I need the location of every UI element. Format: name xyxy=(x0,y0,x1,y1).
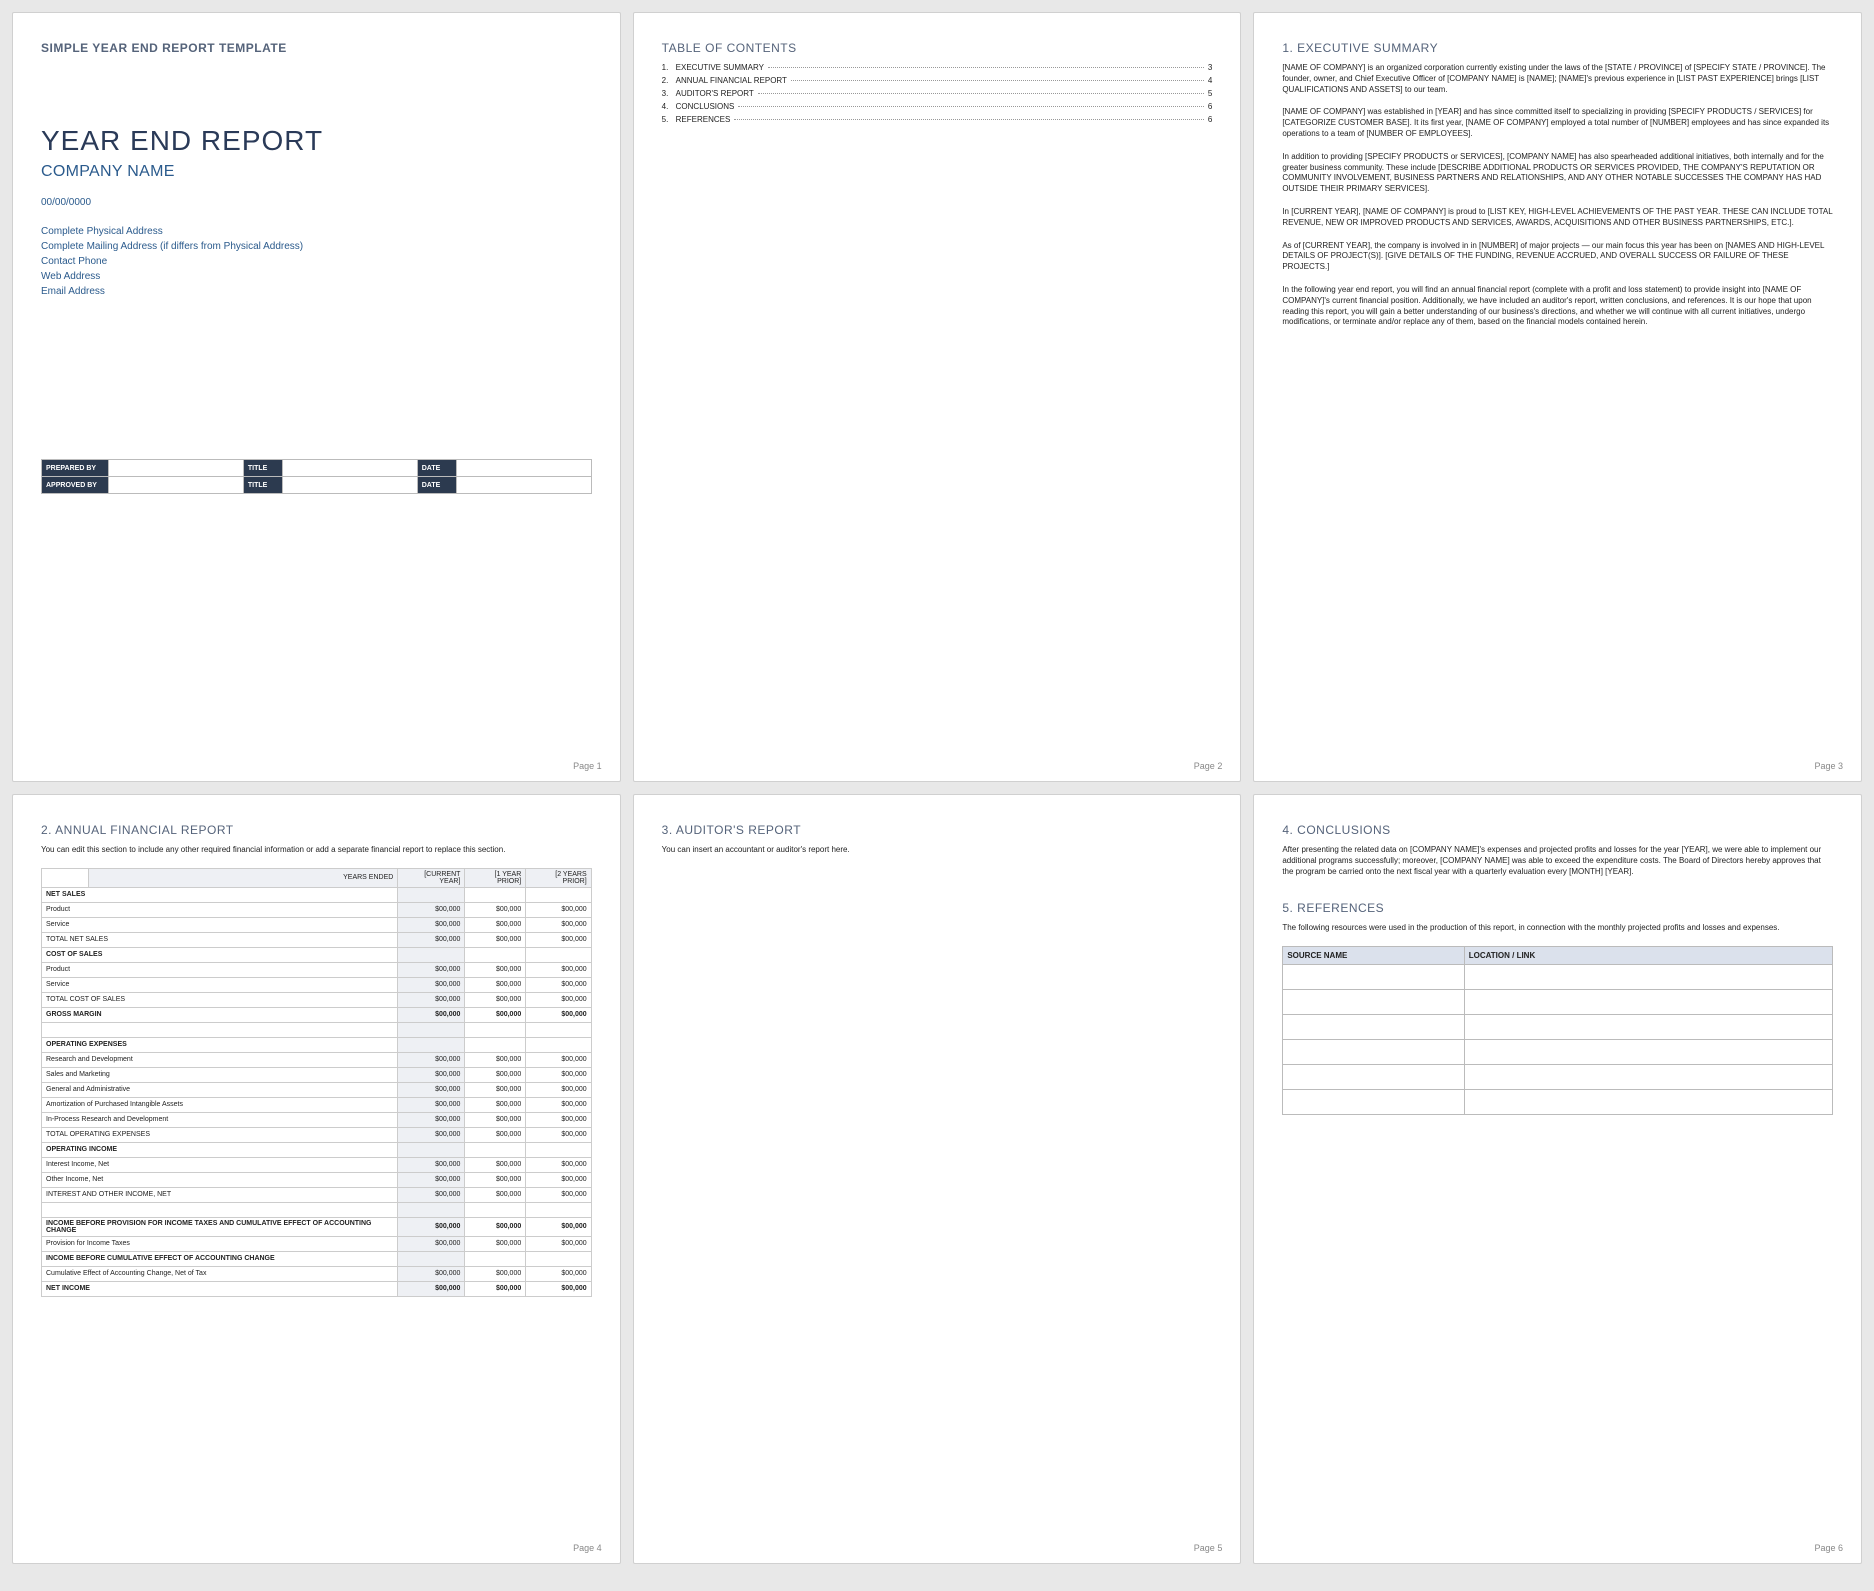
ref-row xyxy=(1283,1040,1833,1065)
exec-summary-para: In [CURRENT YEAR], [NAME OF COMPANY] is … xyxy=(1282,207,1833,229)
prepared-by-label: PREPARED BY xyxy=(42,460,109,477)
company-name: COMPANY NAME xyxy=(41,163,592,181)
signoff-table: PREPARED BY TITLE DATE APPROVED BY TITLE… xyxy=(41,459,592,494)
section-heading: 4. CONCLUSIONS xyxy=(1282,823,1833,837)
title-label: TITLE xyxy=(243,477,282,494)
page-number: Page 5 xyxy=(1194,1543,1223,1553)
toc-item: 2.ANNUAL FINANCIAL REPORT4 xyxy=(662,76,1213,85)
ref-row xyxy=(1283,1090,1833,1115)
toc-item: 3.AUDITOR'S REPORT5 xyxy=(662,89,1213,98)
toc-heading: TABLE OF CONTENTS xyxy=(662,41,1213,55)
title-label: TITLE xyxy=(243,460,282,477)
section-heading: 5. REFERENCES xyxy=(1282,901,1833,915)
date-label: DATE xyxy=(417,477,456,494)
exec-summary-para: In addition to providing [SPECIFY PRODUC… xyxy=(1282,152,1833,195)
exec-summary-para: [NAME OF COMPANY] was established in [YE… xyxy=(1282,107,1833,139)
prepared-row: PREPARED BY TITLE DATE xyxy=(42,460,592,477)
toc-item: 5.REFERENCES6 xyxy=(662,115,1213,124)
financial-intro: You can edit this section to include any… xyxy=(41,845,592,856)
template-header: SIMPLE YEAR END REPORT TEMPLATE xyxy=(41,41,592,55)
section-heading: 3. AUDITOR'S REPORT xyxy=(662,823,1213,837)
financial-table: YEARS ENDED[CURRENT YEAR][1 YEAR PRIOR][… xyxy=(41,868,592,1297)
toc-item: 1.EXECUTIVE SUMMARY3 xyxy=(662,63,1213,72)
approved-row: APPROVED BY TITLE DATE xyxy=(42,477,592,494)
references-table: SOURCE NAMELOCATION / LINK xyxy=(1282,946,1833,1115)
exec-summary-para: In the following year end report, you wi… xyxy=(1282,285,1833,328)
mailing-address: Complete Mailing Address (if differs fro… xyxy=(41,239,592,254)
document-grid: SIMPLE YEAR END REPORT TEMPLATE YEAR END… xyxy=(0,0,1874,1576)
contact-phone: Contact Phone xyxy=(41,254,592,269)
page-5: 3. AUDITOR'S REPORT You can insert an ac… xyxy=(633,794,1242,1564)
section-heading: 2. ANNUAL FINANCIAL REPORT xyxy=(41,823,592,837)
report-date: 00/00/0000 xyxy=(41,195,592,210)
ref-row xyxy=(1283,990,1833,1015)
conclusions-text: After presenting the related data on [CO… xyxy=(1282,845,1833,877)
page-1: SIMPLE YEAR END REPORT TEMPLATE YEAR END… xyxy=(12,12,621,782)
report-title: YEAR END REPORT xyxy=(41,125,592,157)
physical-address: Complete Physical Address xyxy=(41,224,592,239)
toc-item: 4.CONCLUSIONS6 xyxy=(662,102,1213,111)
page-number: Page 3 xyxy=(1814,761,1843,771)
page-2: TABLE OF CONTENTS 1.EXECUTIVE SUMMARY3 2… xyxy=(633,12,1242,782)
page-number: Page 4 xyxy=(573,1543,602,1553)
page-4: 2. ANNUAL FINANCIAL REPORT You can edit … xyxy=(12,794,621,1564)
page-number: Page 6 xyxy=(1814,1543,1843,1553)
page-number: Page 1 xyxy=(573,761,602,771)
ref-row xyxy=(1283,1015,1833,1040)
ref-col-location: LOCATION / LINK xyxy=(1464,947,1832,965)
company-meta: Complete Physical Address Complete Maili… xyxy=(41,224,592,299)
email-address: Email Address xyxy=(41,284,592,299)
page-3: 1. EXECUTIVE SUMMARY [NAME OF COMPANY] i… xyxy=(1253,12,1862,782)
section-heading: 1. EXECUTIVE SUMMARY xyxy=(1282,41,1833,55)
exec-summary-para: As of [CURRENT YEAR], the company is inv… xyxy=(1282,241,1833,273)
auditor-text: You can insert an accountant or auditor'… xyxy=(662,845,1213,856)
date-label: DATE xyxy=(417,460,456,477)
ref-row xyxy=(1283,965,1833,990)
exec-summary-para: [NAME OF COMPANY] is an organized corpor… xyxy=(1282,63,1833,95)
page-number: Page 2 xyxy=(1194,761,1223,771)
references-text: The following resources were used in the… xyxy=(1282,923,1833,934)
page-6: 4. CONCLUSIONS After presenting the rela… xyxy=(1253,794,1862,1564)
ref-col-source: SOURCE NAME xyxy=(1283,947,1464,965)
ref-row xyxy=(1283,1065,1833,1090)
web-address: Web Address xyxy=(41,269,592,284)
approved-by-label: APPROVED BY xyxy=(42,477,109,494)
